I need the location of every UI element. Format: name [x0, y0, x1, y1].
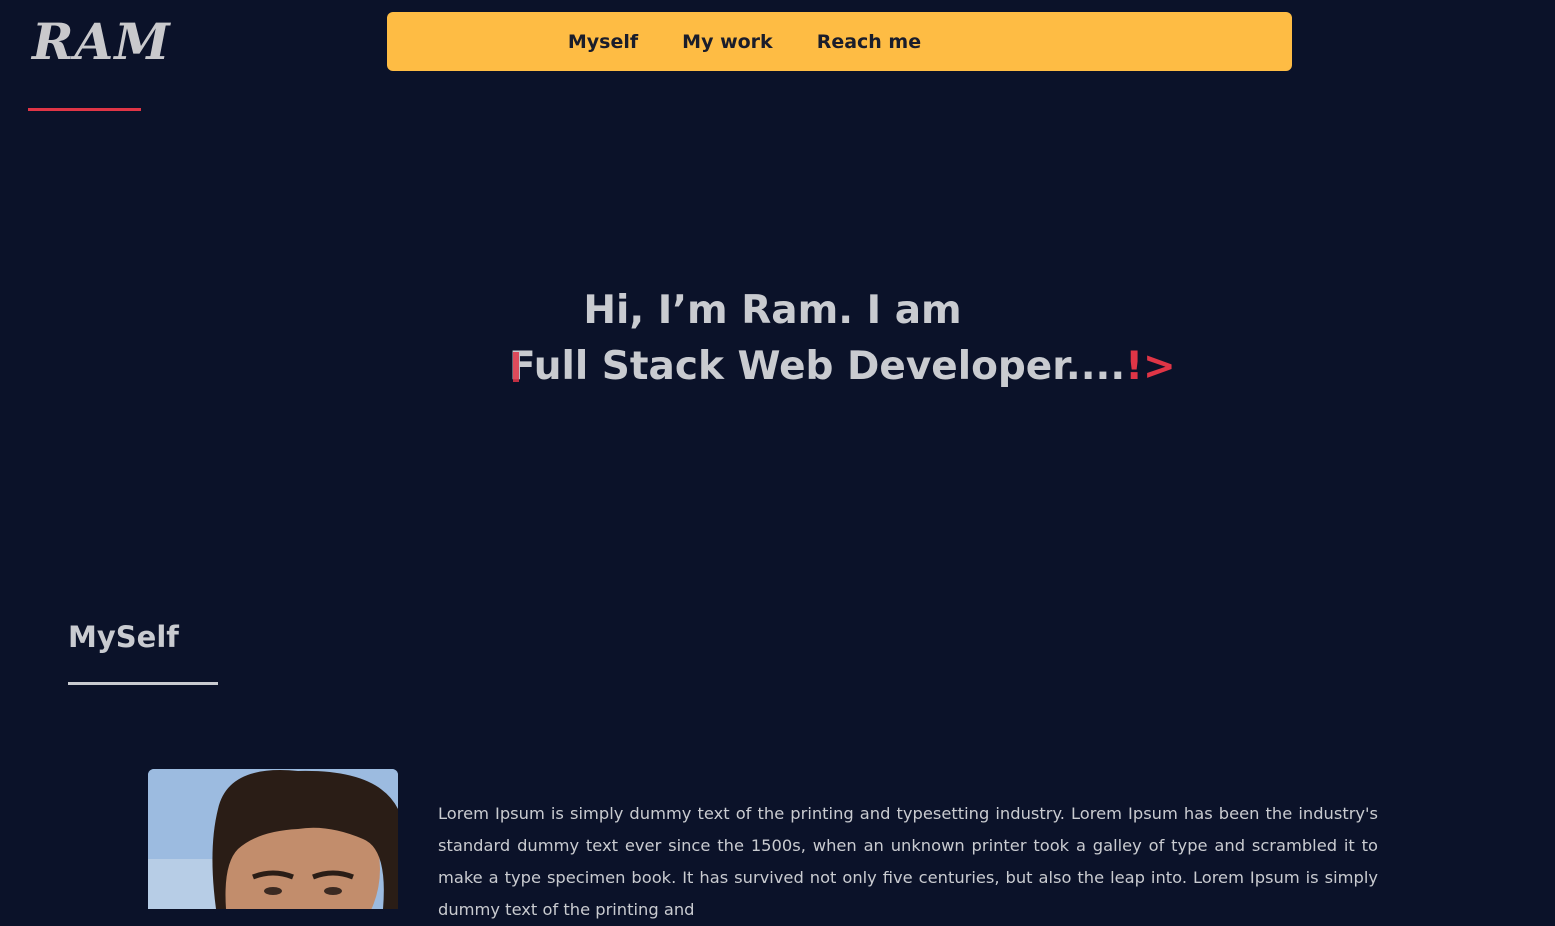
profile-photo: [148, 769, 398, 909]
hero-greeting: Hi, I’m Ram. I am: [583, 288, 962, 333]
section-title-underline: [68, 682, 218, 685]
nav-links: Myself My work Reach me: [387, 12, 1292, 71]
section-title-myself: MySelf: [68, 620, 179, 654]
logo[interactable]: RAM: [32, 14, 171, 70]
hero-role-text: Full Stack Web Developer....: [509, 344, 1126, 389]
about-paragraph: Lorem Ipsum is simply dummy text of the …: [438, 804, 1378, 919]
nav-link-reach-me[interactable]: Reach me: [817, 31, 921, 53]
navbar: Myself My work Reach me: [387, 12, 1292, 71]
hero-section: Hi, I’m Ram. I am Full Stack Web Develop…: [0, 286, 1555, 389]
typing-caret: [513, 352, 519, 382]
hero-cursor: !>: [1125, 344, 1176, 389]
nav-link-my-work[interactable]: My work: [682, 31, 773, 53]
hero-role: Full Stack Web Developer....!>: [509, 342, 1176, 392]
profile-photo-icon: [148, 769, 398, 909]
nav-link-myself[interactable]: Myself: [568, 31, 638, 53]
logo-underline: [28, 108, 141, 111]
